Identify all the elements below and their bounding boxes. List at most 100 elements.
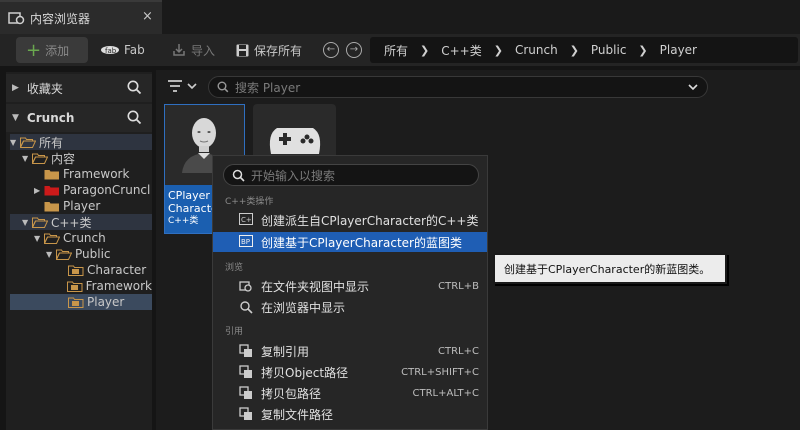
copy-package-path-item[interactable]: 拷贝包路径 CTRL+ALT+C [213, 383, 487, 403]
fab-button-label: Fab [124, 43, 145, 57]
show-in-browser-item[interactable]: 在浏览器中显示 [213, 297, 487, 317]
save-all-button[interactable]: 保存所有 [236, 37, 302, 63]
fab-button[interactable]: fab Fab [100, 37, 145, 63]
search-icon [217, 81, 229, 93]
back-icon[interactable]: ← [323, 42, 339, 58]
expanded-arrow-icon[interactable]: ▼ [10, 138, 20, 147]
expanded-arrow-icon[interactable]: ▼ [22, 154, 32, 163]
plus-icon: + [26, 39, 42, 61]
class-folder-icon [66, 281, 83, 292]
close-tab-icon[interactable]: × [142, 9, 153, 24]
tree-item-label: ParagonCruncl [63, 183, 151, 197]
chevron-right-icon: ❯ [420, 43, 430, 57]
tree-item[interactable]: ▼ Public [10, 246, 152, 262]
tree-item[interactable]: Player [10, 294, 152, 310]
folder-open-icon [20, 137, 36, 148]
menu-item-label: 在文件夹视图中显示 [261, 279, 370, 294]
project-header[interactable]: ▼ Crunch [6, 104, 152, 132]
forward-icon[interactable]: → [346, 42, 362, 58]
asset-tile-gamemode[interactable] [253, 104, 336, 156]
tree-item[interactable]: Player [10, 198, 152, 214]
copy-reference-item[interactable]: 复制引用 CTRL+C [213, 341, 487, 361]
show-in-folder-view-item[interactable]: 在文件夹视图中显示 CTRL+B [213, 276, 487, 296]
context-menu-search-input[interactable]: 开始输入以搜索 [223, 164, 479, 186]
folder-search-icon [239, 279, 253, 293]
tree-item[interactable]: ▼ 所有 [10, 134, 152, 150]
tree-item-label: Player [63, 199, 101, 213]
chevron-down-icon[interactable] [687, 81, 699, 93]
shortcut-label: CTRL+B [438, 280, 479, 292]
fab-icon: fab [100, 45, 120, 55]
copy-icon [239, 365, 253, 379]
breadcrumb-item[interactable]: Player [660, 43, 697, 57]
tree-item[interactable]: Framework [10, 166, 152, 182]
tree-item[interactable]: Character [10, 262, 152, 278]
shortcut-label: CTRL+ALT+C [412, 387, 480, 399]
filter-button[interactable] [166, 76, 200, 96]
expanded-arrow-icon[interactable]: ▼ [22, 218, 32, 227]
folder-red-icon [44, 185, 60, 196]
asset-search-input[interactable]: 搜索 Player [208, 76, 708, 98]
favorites-header[interactable]: ▶ 收藏夹 [6, 74, 152, 102]
tree-item-label: Character [87, 263, 147, 277]
create-derived-cpp-class-item[interactable]: C++ 创建派生自CPlayerCharacter的C++类 [213, 210, 487, 230]
class-folder-icon [68, 265, 84, 276]
section-cpp-actions: C++类操作 [225, 197, 274, 207]
browse-icon [239, 300, 253, 314]
save-all-label: 保存所有 [254, 43, 303, 58]
tree-item[interactable]: ▼ 内容 [10, 150, 152, 166]
class-folder-icon [68, 297, 84, 308]
svg-text:fab: fab [105, 47, 117, 55]
import-button[interactable]: 导入 [172, 37, 215, 63]
menu-item-label: 复制引用 [261, 344, 310, 359]
tree-item-label: Framework [85, 279, 152, 293]
blueprint-class-icon: BP [239, 235, 253, 247]
shortcut-label: CTRL+SHIFT+C [401, 366, 479, 378]
copy-file-path-item[interactable]: 复制文件路径 [213, 404, 487, 424]
tree-item-label: Crunch [63, 231, 106, 245]
collapsed-arrow-icon[interactable]: ▶ [34, 186, 44, 195]
tree-item[interactable]: ▼ Crunch [10, 230, 152, 246]
tree-item-label: Public [75, 247, 111, 261]
section-references: 引用 [225, 327, 244, 337]
chevron-right-icon: ❯ [638, 43, 648, 57]
folder-open-icon [56, 249, 72, 260]
sources-panel: ▶ 收藏夹 ▼ Crunch ▼ 所有 ▼ 内容 Framework ▶ ParagonCr… [6, 72, 152, 430]
breadcrumb: 所有 ❯ C++类 ❯ Crunch ❯ Public ❯ Player [370, 37, 798, 63]
breadcrumb-item[interactable]: Public [591, 43, 627, 57]
add-button[interactable]: + 添加 [16, 37, 88, 63]
collapsed-arrow-icon: ▶ [12, 83, 19, 93]
folder-open-icon [44, 233, 60, 244]
tooltip: 创建基于CPlayerCharacter的新蓝图类。 [493, 253, 727, 284]
cpp-class-icon: C++ [239, 213, 253, 225]
content-browser-tab[interactable]: 内容浏览器 × [0, 0, 162, 34]
folder-icon [44, 201, 60, 212]
search-icon [232, 169, 245, 182]
svg-text:BP: BP [241, 238, 250, 246]
breadcrumb-item[interactable]: Crunch [515, 43, 558, 57]
breadcrumb-item[interactable]: 所有 [384, 42, 408, 59]
search-placeholder: 搜索 Player [235, 80, 301, 95]
import-button-label: 导入 [191, 43, 216, 58]
svg-text:C++: C++ [241, 216, 253, 224]
copy-icon [239, 386, 253, 400]
expanded-arrow-icon[interactable]: ▼ [34, 234, 44, 243]
menu-item-label: 拷贝包路径 [261, 386, 322, 401]
search-icon[interactable] [127, 80, 142, 95]
tree-item[interactable]: ▶ ParagonCruncl [10, 182, 152, 198]
copy-icon [239, 344, 253, 358]
tree-item-label: C++类 [51, 215, 92, 230]
search-icon[interactable] [127, 110, 142, 125]
copy-object-path-item[interactable]: 拷贝Object路径 CTRL+SHIFT+C [213, 362, 487, 382]
breadcrumb-item[interactable]: C++类 [441, 42, 482, 59]
folder-open-icon [32, 153, 48, 164]
shortcut-label: CTRL+C [438, 345, 479, 357]
menu-item-label: 拷贝Object路径 [261, 365, 349, 380]
tree-item[interactable]: ▼ C++类 [10, 214, 152, 230]
context-menu: 开始输入以搜索 C++类操作 C++ 创建派生自CPlayerCharacter… [212, 155, 488, 430]
tree-item[interactable]: Framework [10, 278, 152, 294]
expanded-arrow-icon[interactable]: ▼ [46, 250, 56, 259]
create-blueprint-class-item[interactable]: BP 创建基于CPlayerCharacter的蓝图类 [213, 232, 487, 252]
menu-item-label: 创建基于CPlayerCharacter的蓝图类 [261, 235, 462, 250]
copy-icon [239, 407, 253, 421]
